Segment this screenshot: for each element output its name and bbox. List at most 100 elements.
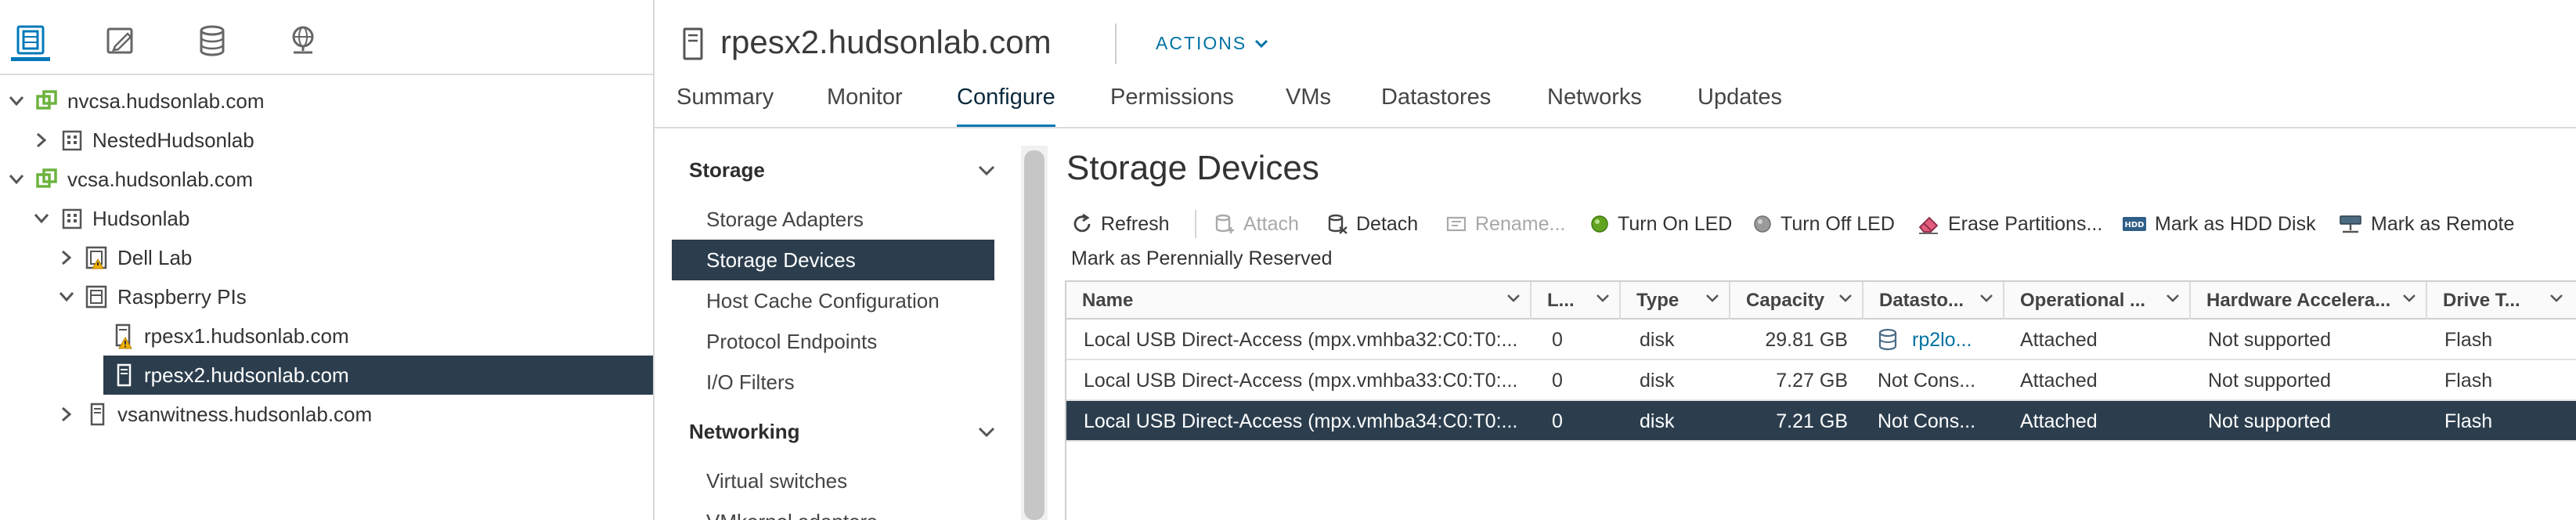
hosts-clusters-tab[interactable] — [11, 20, 50, 61]
cell-lun: 0 — [1552, 369, 1563, 392]
detach-button[interactable]: Detach — [1326, 208, 1418, 240]
table-row-selected[interactable]: Local USB Direct-Access (mpx.vmhba34:C0:… — [1066, 401, 2576, 442]
turn-off-led-button[interactable]: Turn Off LED — [1752, 208, 1895, 240]
tab-configure[interactable]: Configure — [957, 85, 1055, 128]
chevron-down-icon[interactable] — [30, 207, 53, 230]
host-warning-icon — [111, 323, 136, 349]
actions-menu-button[interactable]: ACTIONS — [1156, 33, 1268, 54]
detach-label: Detach — [1356, 212, 1419, 235]
column-header-type[interactable]: Type — [1621, 282, 1730, 320]
chevron-down-icon[interactable] — [5, 89, 28, 113]
tab-updates[interactable]: Updates — [1697, 85, 1782, 125]
cell-hardware-acceleration: Not supported — [2208, 410, 2332, 432]
nav-item-vmkernel-adapters[interactable]: VMkernel adapters — [672, 501, 994, 520]
tab-networks[interactable]: Networks — [1547, 85, 1642, 125]
cell-lun: 0 — [1552, 410, 1563, 432]
tree-node-rpesx1[interactable]: rpesx1.hudsonlab.com — [0, 316, 653, 356]
cell-type: disk — [1640, 328, 1675, 351]
rename-button[interactable]: Rename... — [1445, 208, 1565, 240]
attach-button[interactable]: Attach — [1214, 208, 1299, 240]
cell-operational-state: Attached — [2020, 410, 2098, 432]
column-menu-chevron-icon[interactable] — [1705, 293, 1719, 304]
tree-node-rpesx2[interactable]: rpesx2.hudsonlab.com — [0, 356, 653, 395]
column-menu-chevron-icon[interactable] — [1596, 293, 1610, 304]
cell-name: Local USB Direct-Access (mpx.vmhba32:C0:… — [1084, 328, 1518, 351]
table-row[interactable]: Local USB Direct-Access (mpx.vmhba33:C0:… — [1066, 360, 2576, 401]
column-menu-chevron-icon[interactable] — [1506, 293, 1521, 304]
chevron-right-icon[interactable] — [55, 403, 78, 426]
column-menu-chevron-icon[interactable] — [1979, 293, 1993, 304]
datastore-link[interactable]: rp2lo... — [1912, 320, 1998, 360]
column-header-name[interactable]: Name — [1066, 282, 1532, 320]
column-menu-chevron-icon[interactable] — [2549, 293, 2563, 304]
tree-node-vcsa[interactable]: vcsa.hudsonlab.com — [0, 160, 653, 199]
column-menu-chevron-icon[interactable] — [2166, 293, 2180, 304]
inventory-navigator: nvcsa.hudsonlab.com NestedHudsonlab vcsa… — [0, 0, 655, 520]
scrollbar-thumb[interactable] — [1024, 150, 1044, 520]
tree-node-nestedhudsonlab[interactable]: NestedHudsonlab — [0, 121, 653, 160]
storage-tab[interactable] — [193, 20, 232, 61]
mark-perennially-reserved-button[interactable]: Mark as Perennially Reserved — [1071, 243, 1332, 274]
refresh-button[interactable]: Refresh — [1071, 208, 1170, 240]
attach-icon — [1215, 214, 1234, 233]
section-storage-title[interactable]: Storage — [689, 158, 765, 182]
tab-summary[interactable]: Summary — [676, 85, 774, 125]
chevron-down-icon[interactable] — [5, 168, 28, 191]
column-menu-chevron-icon[interactable] — [1838, 293, 1853, 304]
rename-icon — [1446, 216, 1467, 232]
column-header-lun[interactable]: L... — [1532, 282, 1621, 320]
nav-item-io-filters[interactable]: I/O Filters — [672, 362, 994, 403]
section-networking-title[interactable]: Networking — [689, 420, 800, 444]
chevron-down-icon[interactable] — [977, 426, 996, 439]
networking-icon — [292, 26, 314, 54]
column-header-hardware-acceleration[interactable]: Hardware Accelera... — [2191, 282, 2427, 320]
vms-templates-tab[interactable] — [100, 20, 139, 61]
chevron-right-icon[interactable] — [30, 128, 53, 152]
storage-devices-grid: Name L... Type Capacity Datasto... Opera… — [1065, 280, 2576, 520]
cell-capacity: 7.21 GB — [1776, 410, 1848, 432]
nav-item-virtual-switches[interactable]: Virtual switches — [672, 460, 994, 501]
column-header-operational-state[interactable]: Operational ... — [2004, 282, 2191, 320]
mark-hdd-button[interactable]: HDD Mark as HDD Disk — [2122, 208, 2316, 240]
column-header-label: Hardware Accelera... — [2206, 290, 2391, 311]
refresh-icon — [1073, 213, 1091, 233]
column-header-capacity[interactable]: Capacity — [1730, 282, 1863, 320]
table-row[interactable]: Local USB Direct-Access (mpx.vmhba32:C0:… — [1066, 320, 2576, 360]
nav-item-host-cache-configuration[interactable]: Host Cache Configuration — [672, 280, 994, 321]
column-header-label: Type — [1636, 290, 1679, 311]
host-icon — [680, 27, 706, 61]
tab-permissions[interactable]: Permissions — [1110, 85, 1234, 125]
erase-partitions-button[interactable]: Erase Partitions... — [1917, 208, 2102, 240]
svg-text:HDD: HDD — [2125, 221, 2145, 229]
networking-tab[interactable] — [283, 20, 323, 61]
column-header-datastore[interactable]: Datasto... — [1863, 282, 2004, 320]
tree-node-label: NestedHudsonlab — [92, 128, 254, 152]
tree-node-vsanwitness[interactable]: vsanwitness.hudsonlab.com — [0, 395, 653, 434]
tab-datastores[interactable]: Datastores — [1381, 85, 1491, 125]
column-header-drive-type[interactable]: Drive T... — [2427, 282, 2576, 320]
chevron-down-icon[interactable] — [55, 285, 78, 309]
tree-node-nvcsa[interactable]: nvcsa.hudsonlab.com — [0, 81, 653, 121]
tree-node-dell-lab[interactable]: Dell Lab — [0, 238, 653, 277]
turn-on-led-button[interactable]: Turn On LED — [1589, 208, 1732, 240]
chevron-right-icon[interactable] — [55, 246, 78, 269]
chevron-down-icon[interactable] — [977, 164, 996, 177]
turn-on-led-label: Turn On LED — [1618, 212, 1733, 235]
mark-remote-button[interactable]: Mark as Remote — [2338, 208, 2514, 240]
navigator-tabs — [0, 0, 653, 75]
tab-vms[interactable]: VMs — [1286, 85, 1331, 125]
nav-item-storage-adapters[interactable]: Storage Adapters — [672, 199, 994, 240]
nav-item-storage-devices[interactable]: Storage Devices — [672, 240, 994, 280]
cell-operational-state: Attached — [2020, 328, 2098, 351]
nav-item-protocol-endpoints[interactable]: Protocol Endpoints — [672, 321, 994, 362]
tree-node-raspberry-pis[interactable]: Raspberry PIs — [0, 277, 653, 316]
tree-node-hudsonlab[interactable]: Hudsonlab — [0, 199, 653, 238]
mark-hdd-label: Mark as HDD Disk — [2155, 212, 2316, 235]
erase-partitions-label: Erase Partitions... — [1948, 212, 2103, 235]
tree-node-label: nvcsa.hudsonlab.com — [67, 88, 265, 113]
tab-label: Networks — [1547, 85, 1642, 110]
hdd-icon: HDD — [2123, 217, 2146, 231]
cluster-icon — [85, 283, 110, 310]
column-menu-chevron-icon[interactable] — [2402, 293, 2416, 304]
tab-monitor[interactable]: Monitor — [827, 85, 903, 125]
